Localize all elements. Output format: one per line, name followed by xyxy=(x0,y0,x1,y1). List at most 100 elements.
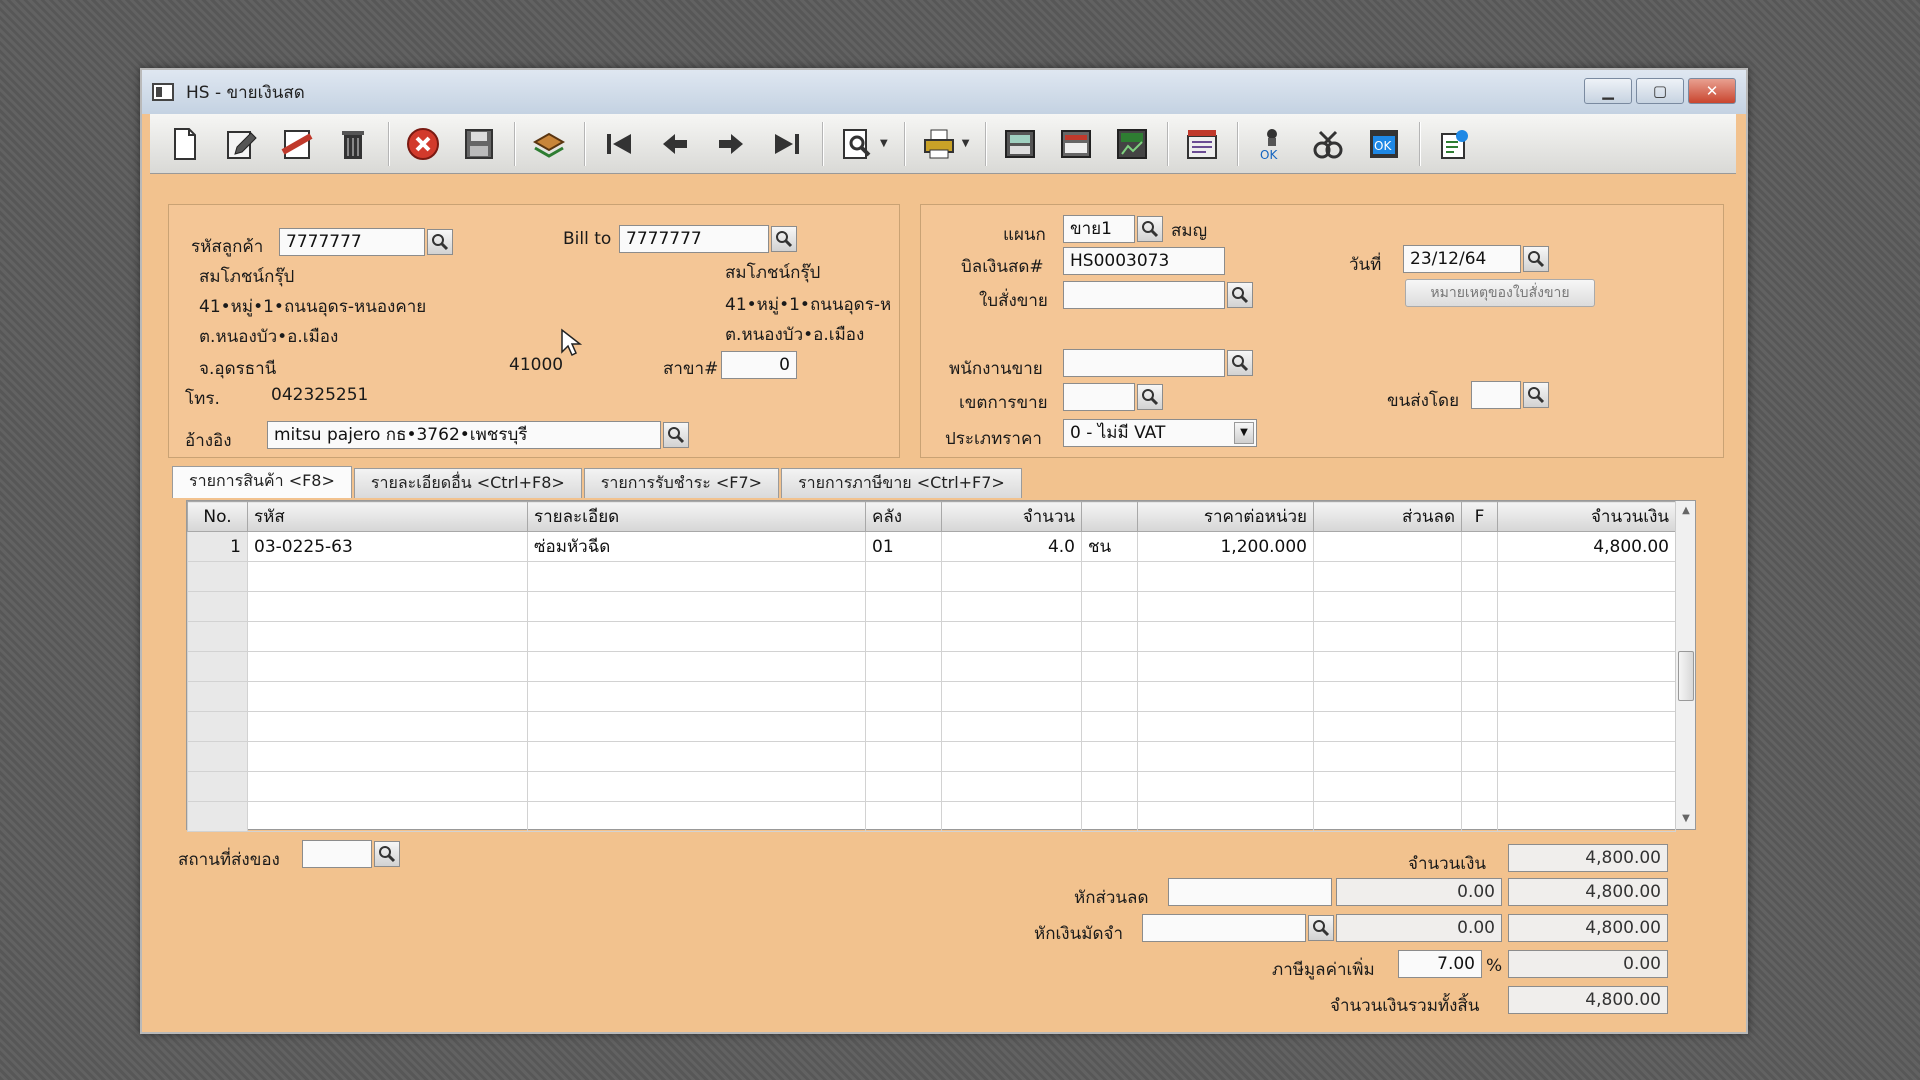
cell-code[interactable]: 03-0225-63 xyxy=(247,531,528,562)
price-type-select[interactable]: 0 - ไม่มี VAT ▼ xyxy=(1063,419,1257,447)
date-picker-button[interactable] xyxy=(1523,246,1549,272)
search-icon xyxy=(1313,920,1330,937)
abort-button[interactable] xyxy=(400,121,446,167)
cell-flag[interactable] xyxy=(1461,531,1498,562)
table-row[interactable]: 1 03-0225-63 ซ่อมหัวฉีด 01 4.0 ชน 1,200.… xyxy=(187,531,1676,562)
cell-discount[interactable] xyxy=(1313,531,1462,562)
minimize-button[interactable]: ▁ xyxy=(1584,78,1632,104)
bill-to-lookup-button[interactable] xyxy=(771,226,797,252)
order-note-button[interactable]: หมายเหตุของใบสั่งขาย xyxy=(1405,279,1595,307)
sales-order-lookup-button[interactable] xyxy=(1227,282,1253,308)
report-button[interactable] xyxy=(1109,121,1155,167)
export-button[interactable] xyxy=(1431,121,1477,167)
tab-sales-tax[interactable]: รายการภาษีขาย <Ctrl+F7> xyxy=(781,468,1022,498)
calculator-button[interactable] xyxy=(997,121,1043,167)
tab-other-details[interactable]: รายละเอียดอื่น <Ctrl+F8> xyxy=(353,468,582,498)
vat-rate-field[interactable]: 7.00 xyxy=(1398,950,1482,978)
table-row-empty[interactable] xyxy=(187,621,1676,652)
discount-text-field[interactable] xyxy=(1168,878,1332,906)
scroll-up-icon[interactable]: ▲ xyxy=(1676,501,1696,521)
delete-button[interactable] xyxy=(330,121,376,167)
search-icon xyxy=(379,846,396,863)
find-dropdown-icon[interactable]: ▼ xyxy=(880,138,888,149)
table-row-empty[interactable] xyxy=(187,801,1676,832)
cell-warehouse[interactable]: 01 xyxy=(865,531,942,562)
department-field[interactable]: ขาย1 xyxy=(1063,215,1135,243)
edit-button[interactable] xyxy=(218,121,264,167)
scroll-thumb[interactable] xyxy=(1678,651,1694,701)
reference-lookup-button[interactable] xyxy=(663,422,689,448)
cancel-doc-button[interactable] xyxy=(274,121,320,167)
table-row-empty[interactable] xyxy=(187,591,1676,622)
print-button[interactable] xyxy=(916,121,962,167)
reference-label: อ้างอิง xyxy=(185,431,232,451)
date-field[interactable]: 23/12/64 xyxy=(1403,245,1521,273)
branch-field[interactable]: 0 xyxy=(721,351,797,379)
close-window-button[interactable]: ✕ xyxy=(1688,78,1736,104)
cell-amount[interactable]: 4,800.00 xyxy=(1497,531,1676,562)
cell-no[interactable]: 1 xyxy=(187,531,248,562)
batch-button[interactable] xyxy=(526,121,572,167)
tab-items[interactable]: รายการสินค้า <F8> xyxy=(172,466,352,498)
cell-description[interactable]: ซ่อมหัวฉีด xyxy=(527,531,866,562)
ship-by-lookup-button[interactable] xyxy=(1523,382,1549,408)
column-header-flag[interactable]: F xyxy=(1461,501,1498,532)
column-header-amount[interactable]: จำนวนเงิน xyxy=(1497,501,1676,532)
column-header-discount[interactable]: ส่วนลด xyxy=(1313,501,1462,532)
customer-code-field[interactable]: 7777777 xyxy=(279,228,425,256)
column-header-quantity[interactable]: จำนวน xyxy=(941,501,1082,532)
deposit-lookup-button[interactable] xyxy=(1308,915,1334,941)
ship-place-lookup-button[interactable] xyxy=(374,841,400,867)
maximize-button[interactable]: ▢ xyxy=(1636,78,1684,104)
customer-postcode: 41000 xyxy=(509,355,564,375)
bill-to-address-line1: 41•หมู่•1•ถนนอุดร-ห xyxy=(725,295,892,315)
last-icon xyxy=(775,133,799,154)
find-button[interactable] xyxy=(834,121,880,167)
first-record-button[interactable] xyxy=(596,121,642,167)
column-header-unit-price[interactable]: ราคาต่อหน่วย xyxy=(1137,501,1314,532)
table-row-empty[interactable] xyxy=(187,561,1676,592)
table-row-empty[interactable] xyxy=(187,741,1676,772)
prev-record-button[interactable] xyxy=(652,121,698,167)
last-record-button[interactable] xyxy=(764,121,810,167)
column-header-description[interactable]: รายละเอียด xyxy=(527,501,866,532)
column-header-unit[interactable] xyxy=(1081,501,1138,532)
cash-bill-field[interactable]: HS0003073 xyxy=(1063,247,1225,275)
next-record-button[interactable] xyxy=(708,121,754,167)
column-header-no[interactable]: No. xyxy=(187,501,248,532)
customer-lookup-button[interactable] xyxy=(427,229,453,255)
table-row-empty[interactable] xyxy=(187,711,1676,742)
tab-payments[interactable]: รายการรับชำระ <F7> xyxy=(583,468,780,498)
confirm-button[interactable]: OK xyxy=(1361,121,1407,167)
grid-scrollbar[interactable]: ▲ ▼ xyxy=(1675,501,1695,829)
reference-field[interactable]: mitsu pajero กธ•3762•เพชรบุรี xyxy=(267,421,661,449)
column-header-warehouse[interactable]: คลัง xyxy=(865,501,942,532)
sales-order-field[interactable] xyxy=(1063,281,1225,309)
cell-quantity[interactable]: 4.0 xyxy=(941,531,1082,562)
cell-unit[interactable]: ชน xyxy=(1081,531,1138,562)
salesman-lookup-button[interactable] xyxy=(1227,350,1253,376)
register-button[interactable] xyxy=(1053,121,1099,167)
table-row-empty[interactable] xyxy=(187,681,1676,712)
table-row-empty[interactable] xyxy=(187,771,1676,802)
table-row-empty[interactable] xyxy=(187,651,1676,682)
amount-label: จำนวนเงิน xyxy=(1408,854,1487,874)
refund-button[interactable] xyxy=(1179,121,1225,167)
print-dropdown-icon[interactable]: ▼ xyxy=(962,138,970,149)
save-button[interactable] xyxy=(456,121,502,167)
cell-unit-price[interactable]: 1,200.000 xyxy=(1137,531,1314,562)
column-header-code[interactable]: รหัส xyxy=(247,501,528,532)
chevron-down-icon[interactable]: ▼ xyxy=(1234,422,1254,444)
ship-by-field[interactable] xyxy=(1471,381,1521,409)
approve-button[interactable]: OK xyxy=(1249,121,1295,167)
deposit-text-field[interactable] xyxy=(1142,914,1306,942)
sales-area-field[interactable] xyxy=(1063,383,1135,411)
department-lookup-button[interactable] xyxy=(1137,216,1163,242)
scroll-down-icon[interactable]: ▼ xyxy=(1676,809,1696,829)
new-doc-button[interactable] xyxy=(162,121,208,167)
salesman-field[interactable] xyxy=(1063,349,1225,377)
bill-to-code-field[interactable]: 7777777 xyxy=(619,225,769,253)
tools-button[interactable] xyxy=(1305,121,1351,167)
ship-place-field[interactable] xyxy=(302,840,372,868)
sales-area-lookup-button[interactable] xyxy=(1137,384,1163,410)
